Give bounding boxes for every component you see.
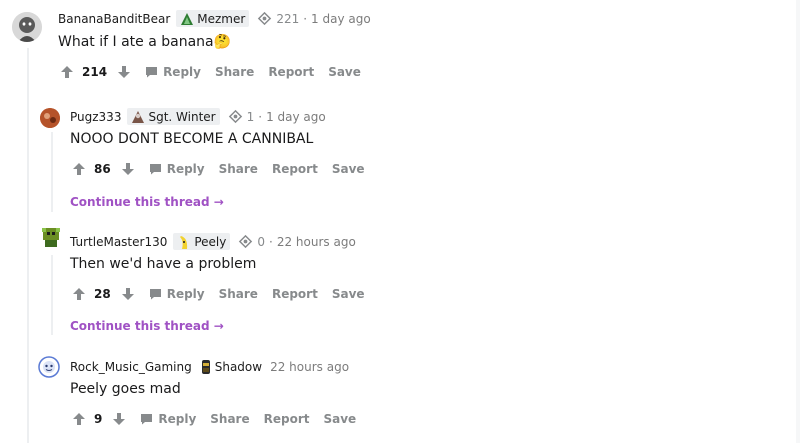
award-badge[interactable]: 1	[228, 109, 255, 124]
comment-bubble-icon	[149, 289, 161, 300]
continue-thread-link[interactable]: Continue this thread →	[70, 195, 224, 209]
timestamp[interactable]: 1 day ago	[266, 110, 326, 124]
save-button[interactable]: Save	[328, 65, 361, 79]
upvote-button[interactable]	[72, 162, 86, 176]
comment-body: Peely goes mad	[70, 381, 181, 397]
continue-thread-link[interactable]: Continue this thread →	[70, 319, 224, 333]
share-button[interactable]: Share	[215, 65, 254, 79]
avatar[interactable]	[40, 108, 60, 128]
thinking-emoji: 🤔	[213, 34, 232, 50]
flair-label: Peely	[194, 234, 227, 249]
save-button[interactable]: Save	[332, 162, 365, 176]
timestamp[interactable]: 22 hours ago	[270, 360, 349, 374]
vote-score: 214	[82, 65, 108, 79]
downvote-button[interactable]	[121, 287, 135, 301]
award-badge[interactable]: 0	[238, 234, 265, 249]
reply-button[interactable]: Reply	[145, 65, 201, 79]
downvote-arrow-icon	[118, 66, 131, 78]
report-button[interactable]: Report	[264, 412, 310, 426]
avatar[interactable]	[40, 226, 62, 248]
thread-line-reply[interactable]	[51, 132, 53, 212]
report-button[interactable]: Report	[272, 162, 318, 176]
share-button[interactable]: Share	[219, 162, 258, 176]
award-count: 0	[257, 234, 266, 249]
username[interactable]: BananaBanditBear	[58, 12, 170, 26]
user-flair: Sgt. Winter	[127, 108, 220, 125]
award-icon	[239, 234, 253, 249]
comment-body: NOOO DONT BECOME A CANNIBAL	[70, 131, 314, 147]
username[interactable]: Pugz333	[70, 110, 121, 124]
arrow-right-icon: →	[213, 195, 224, 209]
separator-dot: ·	[269, 234, 273, 249]
downvote-button[interactable]	[121, 162, 135, 176]
user-flair: Shadow	[198, 358, 264, 375]
thread-line-reply-2[interactable]	[51, 255, 53, 335]
reply-button[interactable]: Reply	[149, 162, 205, 176]
save-button[interactable]: Save	[323, 412, 356, 426]
share-button[interactable]: Share	[210, 412, 249, 426]
downvote-arrow-icon	[113, 413, 126, 425]
shadow-flair-icon	[201, 359, 210, 374]
reply-button[interactable]: Reply	[149, 287, 205, 301]
comment-body: What if I ate a banana	[58, 34, 214, 50]
downvote-button[interactable]	[117, 65, 131, 79]
upvote-button[interactable]	[72, 412, 86, 426]
downvote-button[interactable]	[112, 412, 126, 426]
avatar[interactable]	[12, 12, 42, 42]
separator-dot: ·	[303, 11, 308, 26]
downvote-arrow-icon	[121, 163, 134, 175]
comment-bubble-icon	[141, 414, 153, 425]
share-button[interactable]: Share	[219, 287, 258, 301]
upvote-button[interactable]	[72, 287, 86, 301]
username[interactable]: Rock_Music_Gaming	[70, 360, 192, 374]
separator-dot: ·	[258, 109, 263, 124]
report-button[interactable]: Report	[272, 287, 318, 301]
username[interactable]: TurtleMaster130	[70, 235, 167, 249]
upvote-arrow-icon	[61, 66, 73, 78]
flair-label: Mezmer	[197, 11, 246, 26]
arrow-right-icon: →	[213, 319, 224, 333]
award-icon	[258, 11, 272, 26]
scrollbar[interactable]	[796, 0, 800, 443]
upvote-button[interactable]	[60, 65, 74, 79]
user-flair: Peely	[173, 233, 231, 250]
upvote-arrow-icon	[73, 413, 85, 425]
report-button[interactable]: Report	[268, 65, 314, 79]
upvote-arrow-icon	[73, 163, 85, 175]
save-button[interactable]: Save	[332, 287, 365, 301]
award-icon	[228, 109, 242, 124]
vote-score: 86	[94, 162, 111, 176]
comment-bubble-icon	[149, 164, 161, 175]
banana-peely-icon	[180, 235, 188, 249]
reply-button[interactable]: Reply	[140, 412, 196, 426]
user-flair: Mezmer	[176, 10, 250, 27]
mezmer-flair-icon	[181, 12, 194, 25]
flair-label: Shadow	[214, 359, 263, 374]
award-count: 221	[276, 11, 300, 26]
timestamp[interactable]: 1 day ago	[311, 12, 371, 26]
comment-bubble-icon	[146, 67, 158, 78]
award-count: 1	[246, 109, 255, 124]
downvote-arrow-icon	[121, 288, 134, 300]
thread-line-main[interactable]	[27, 48, 29, 443]
vote-score: 28	[94, 287, 111, 301]
upvote-arrow-icon	[73, 288, 85, 300]
sgt-winter-flair-icon	[132, 110, 145, 123]
vote-score: 9	[94, 412, 103, 426]
award-badge[interactable]: 221	[257, 11, 299, 26]
timestamp[interactable]: 22 hours ago	[277, 235, 356, 249]
avatar[interactable]	[38, 356, 60, 378]
flair-label: Sgt. Winter	[148, 109, 216, 124]
comment-body: Then we'd have a problem	[70, 256, 257, 272]
